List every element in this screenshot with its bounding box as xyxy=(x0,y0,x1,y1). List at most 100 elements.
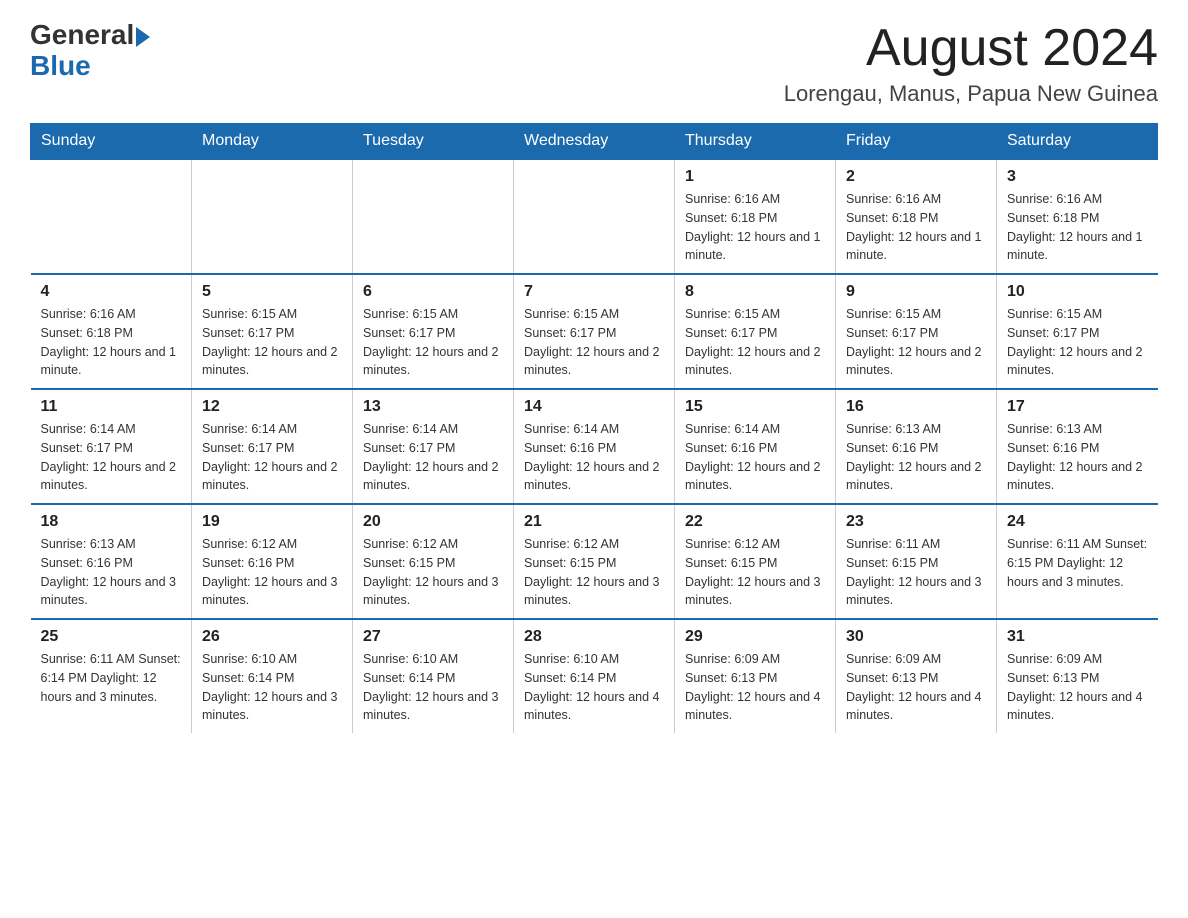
day-info: Sunrise: 6:11 AM Sunset: 6:15 PM Dayligh… xyxy=(1007,535,1148,591)
day-number: 31 xyxy=(1007,628,1148,646)
day-info: Sunrise: 6:12 AM Sunset: 6:16 PM Dayligh… xyxy=(202,535,342,610)
day-number: 17 xyxy=(1007,398,1148,416)
calendar-day-cell xyxy=(353,159,514,274)
calendar-day-cell: 4 Sunrise: 6:16 AM Sunset: 6:18 PM Daylig… xyxy=(31,274,192,389)
calendar-day-cell: 11 Sunrise: 6:14 AM Sunset: 6:17 PM Dayli… xyxy=(31,389,192,504)
calendar-day-cell: 26Sunrise: 6:10 AM Sunset: 6:14 PM Dayli… xyxy=(192,619,353,733)
logo-arrow-icon xyxy=(136,27,150,47)
calendar-day-cell xyxy=(31,159,192,274)
calendar-day-cell: 14 Sunrise: 6:14 AM Sunset: 6:16 PM Dayli… xyxy=(514,389,675,504)
calendar-day-cell: 31 Sunrise: 6:09 AM Sunset: 6:13 PM Dayli… xyxy=(997,619,1158,733)
day-number: 19 xyxy=(202,513,342,531)
day-number: 18 xyxy=(41,513,182,531)
day-info: Sunrise: 6:09 AM Sunset: 6:13 PM Dayligh… xyxy=(1007,650,1148,725)
calendar-day-cell: 2 Sunrise: 6:16 AM Sunset: 6:18 PM Daylig… xyxy=(836,159,997,274)
calendar-day-cell: 15 Sunrise: 6:14 AM Sunset: 6:16 PM Dayli… xyxy=(675,389,836,504)
day-number: 22 xyxy=(685,513,825,531)
day-info: Sunrise: 6:14 AM Sunset: 6:17 PM Dayligh… xyxy=(41,420,182,495)
day-info: Sunrise: 6:11 AM Sunset: 6:14 PM Dayligh… xyxy=(41,650,182,706)
calendar-day-cell: 3Sunrise: 6:16 AM Sunset: 6:18 PM Daylig… xyxy=(997,159,1158,274)
day-number: 8 xyxy=(685,283,825,301)
day-number: 5 xyxy=(202,283,342,301)
day-number: 4 xyxy=(41,283,182,301)
day-info: Sunrise: 6:15 AM Sunset: 6:17 PM Dayligh… xyxy=(846,305,986,380)
day-info: Sunrise: 6:13 AM Sunset: 6:16 PM Dayligh… xyxy=(846,420,986,495)
day-info: Sunrise: 6:16 AM Sunset: 6:18 PM Dayligh… xyxy=(846,190,986,265)
day-number: 3 xyxy=(1007,168,1148,186)
day-number: 11 xyxy=(41,398,182,416)
day-info: Sunrise: 6:12 AM Sunset: 6:15 PM Dayligh… xyxy=(524,535,664,610)
day-number: 23 xyxy=(846,513,986,531)
day-info: Sunrise: 6:11 AM Sunset: 6:15 PM Dayligh… xyxy=(846,535,986,610)
logo: General Blue xyxy=(30,20,150,82)
day-info: Sunrise: 6:10 AM Sunset: 6:14 PM Dayligh… xyxy=(524,650,664,725)
day-number: 10 xyxy=(1007,283,1148,301)
calendar-day-cell xyxy=(514,159,675,274)
calendar-header-thursday: Thursday xyxy=(675,124,836,160)
calendar-day-cell: 25Sunrise: 6:11 AM Sunset: 6:14 PM Dayli… xyxy=(31,619,192,733)
calendar-week-row: 4 Sunrise: 6:16 AM Sunset: 6:18 PM Daylig… xyxy=(31,274,1158,389)
calendar-day-cell: 27Sunrise: 6:10 AM Sunset: 6:14 PM Dayli… xyxy=(353,619,514,733)
day-number: 13 xyxy=(363,398,503,416)
calendar-day-cell: 18 Sunrise: 6:13 AM Sunset: 6:16 PM Dayli… xyxy=(31,504,192,619)
calendar-header-friday: Friday xyxy=(836,124,997,160)
calendar-day-cell: 13 Sunrise: 6:14 AM Sunset: 6:17 PM Dayli… xyxy=(353,389,514,504)
day-number: 26 xyxy=(202,628,342,646)
day-info: Sunrise: 6:14 AM Sunset: 6:17 PM Dayligh… xyxy=(363,420,503,495)
calendar-day-cell: 22 Sunrise: 6:12 AM Sunset: 6:15 PM Dayli… xyxy=(675,504,836,619)
day-number: 28 xyxy=(524,628,664,646)
calendar-day-cell: 23 Sunrise: 6:11 AM Sunset: 6:15 PM Dayli… xyxy=(836,504,997,619)
logo-general-text: General xyxy=(30,20,134,51)
day-info: Sunrise: 6:14 AM Sunset: 6:16 PM Dayligh… xyxy=(524,420,664,495)
calendar-day-cell: 12Sunrise: 6:14 AM Sunset: 6:17 PM Dayli… xyxy=(192,389,353,504)
title-area: August 2024 Lorengau, Manus, Papua New G… xyxy=(784,20,1158,107)
calendar-day-cell: 1Sunrise: 6:16 AM Sunset: 6:18 PM Daylig… xyxy=(675,159,836,274)
day-number: 20 xyxy=(363,513,503,531)
day-number: 6 xyxy=(363,283,503,301)
calendar-header-sunday: Sunday xyxy=(31,124,192,160)
day-number: 21 xyxy=(524,513,664,531)
day-number: 15 xyxy=(685,398,825,416)
day-info: Sunrise: 6:15 AM Sunset: 6:17 PM Dayligh… xyxy=(202,305,342,380)
day-number: 1 xyxy=(685,168,825,186)
location-title: Lorengau, Manus, Papua New Guinea xyxy=(784,81,1158,107)
calendar-day-cell: 10 Sunrise: 6:15 AM Sunset: 6:17 PM Dayli… xyxy=(997,274,1158,389)
day-info: Sunrise: 6:10 AM Sunset: 6:14 PM Dayligh… xyxy=(363,650,503,725)
day-info: Sunrise: 6:14 AM Sunset: 6:16 PM Dayligh… xyxy=(685,420,825,495)
day-number: 30 xyxy=(846,628,986,646)
day-info: Sunrise: 6:15 AM Sunset: 6:17 PM Dayligh… xyxy=(524,305,664,380)
day-info: Sunrise: 6:12 AM Sunset: 6:15 PM Dayligh… xyxy=(363,535,503,610)
calendar-week-row: 18 Sunrise: 6:13 AM Sunset: 6:16 PM Dayli… xyxy=(31,504,1158,619)
day-info: Sunrise: 6:09 AM Sunset: 6:13 PM Dayligh… xyxy=(846,650,986,725)
calendar-day-cell: 17Sunrise: 6:13 AM Sunset: 6:16 PM Dayli… xyxy=(997,389,1158,504)
day-info: Sunrise: 6:15 AM Sunset: 6:17 PM Dayligh… xyxy=(685,305,825,380)
calendar-day-cell: 5 Sunrise: 6:15 AM Sunset: 6:17 PM Daylig… xyxy=(192,274,353,389)
calendar-day-cell: 6 Sunrise: 6:15 AM Sunset: 6:17 PM Daylig… xyxy=(353,274,514,389)
calendar-day-cell: 29 Sunrise: 6:09 AM Sunset: 6:13 PM Dayli… xyxy=(675,619,836,733)
calendar-header-row: SundayMondayTuesdayWednesdayThursdayFrid… xyxy=(31,124,1158,160)
day-info: Sunrise: 6:13 AM Sunset: 6:16 PM Dayligh… xyxy=(41,535,182,610)
calendar-day-cell xyxy=(192,159,353,274)
day-info: Sunrise: 6:15 AM Sunset: 6:17 PM Dayligh… xyxy=(1007,305,1148,380)
day-number: 2 xyxy=(846,168,986,186)
day-number: 9 xyxy=(846,283,986,301)
page-header: General Blue August 2024 Lorengau, Manus… xyxy=(30,20,1158,107)
day-info: Sunrise: 6:12 AM Sunset: 6:15 PM Dayligh… xyxy=(685,535,825,610)
day-number: 16 xyxy=(846,398,986,416)
day-number: 14 xyxy=(524,398,664,416)
calendar-table: SundayMondayTuesdayWednesdayThursdayFrid… xyxy=(30,123,1158,733)
calendar-day-cell: 8 Sunrise: 6:15 AM Sunset: 6:17 PM Daylig… xyxy=(675,274,836,389)
day-info: Sunrise: 6:09 AM Sunset: 6:13 PM Dayligh… xyxy=(685,650,825,725)
day-info: Sunrise: 6:15 AM Sunset: 6:17 PM Dayligh… xyxy=(363,305,503,380)
day-number: 29 xyxy=(685,628,825,646)
calendar-header-tuesday: Tuesday xyxy=(353,124,514,160)
calendar-day-cell: 21 Sunrise: 6:12 AM Sunset: 6:15 PM Dayli… xyxy=(514,504,675,619)
calendar-header-wednesday: Wednesday xyxy=(514,124,675,160)
calendar-header-saturday: Saturday xyxy=(997,124,1158,160)
day-number: 12 xyxy=(202,398,342,416)
calendar-day-cell: 24Sunrise: 6:11 AM Sunset: 6:15 PM Dayli… xyxy=(997,504,1158,619)
calendar-day-cell: 19 Sunrise: 6:12 AM Sunset: 6:16 PM Dayli… xyxy=(192,504,353,619)
day-info: Sunrise: 6:16 AM Sunset: 6:18 PM Dayligh… xyxy=(41,305,182,380)
month-title: August 2024 xyxy=(784,20,1158,77)
calendar-week-row: 25Sunrise: 6:11 AM Sunset: 6:14 PM Dayli… xyxy=(31,619,1158,733)
